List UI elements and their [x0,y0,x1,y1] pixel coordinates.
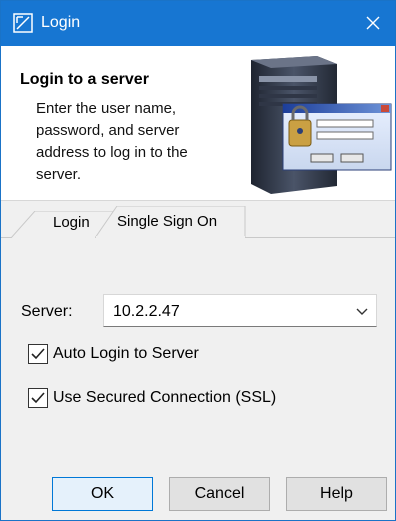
app-logo-icon [13,13,33,33]
tab-login-label[interactable]: Login [53,213,90,233]
chevron-down-icon[interactable] [356,305,368,317]
single-sign-on-panel: Server: 10.2.2.47 Auto Login to Server U… [1,238,395,463]
secured-connection-checkbox[interactable] [28,388,48,408]
title-bar[interactable]: Login [1,1,395,46]
login-dialog: Login Login to a server Enter the user n… [0,0,396,521]
checkmark-icon [31,392,45,404]
server-login-illustration [237,54,395,196]
server-value: 10.2.2.47 [113,303,180,320]
close-icon[interactable] [363,13,383,33]
ok-button[interactable]: OK [52,477,153,511]
dialog-header: Login to a server Enter the user name, p… [1,46,395,201]
header-title: Login to a server [20,71,149,88]
auto-login-checkbox[interactable] [28,344,48,364]
window-title: Login [41,14,81,31]
help-button[interactable]: Help [286,477,387,511]
button-bar: OK Cancel Help [1,463,395,520]
server-dropdown[interactable]: 10.2.2.47 [103,294,377,327]
cancel-button[interactable]: Cancel [169,477,270,511]
header-description: Enter the user name, password, and serve… [36,100,188,183]
checkmark-icon [31,348,45,360]
tab-strip: Login Single Sign On [1,201,395,238]
server-label: Server: [21,303,73,320]
secured-connection-label[interactable]: Use Secured Connection (SSL) [53,388,276,408]
auto-login-label[interactable]: Auto Login to Server [53,344,199,364]
tab-single-sign-on-label[interactable]: Single Sign On [117,212,217,232]
